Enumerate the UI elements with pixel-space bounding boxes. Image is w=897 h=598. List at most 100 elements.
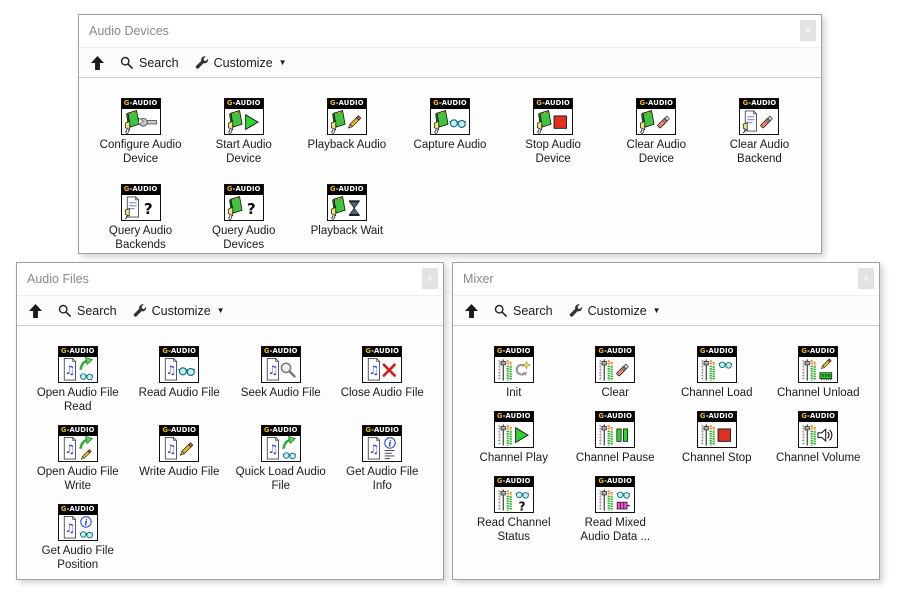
clear-audio-device-icon: G-AUDIO [636,98,676,135]
close-audio-file-icon: G-AUDIO [362,346,402,383]
customize-label: Customize [214,56,273,70]
palette-item-query-audio-devices[interactable]: G-AUDIO Query Audio Devices [192,184,295,252]
customize-button[interactable]: Customize ▼ [566,302,664,320]
customize-label: Customize [152,304,211,318]
palette-item-channel-play[interactable]: G-AUDIOChannel Play [463,411,565,465]
palette-grid: G-AUDIOOpen Audio File ReadG-AUDIORead A… [27,346,433,572]
palette-item-channel-load[interactable]: G-AUDIOChannel Load [666,346,768,400]
search-button[interactable]: Search [491,302,556,320]
g-audio-banner: G-AUDIO [495,347,533,357]
read-mixed-audio-data-icon: G-AUDIO [595,476,635,513]
palette-item-channel-stop[interactable]: G-AUDIOChannel Stop [666,411,768,465]
icon-art [122,109,160,135]
palette-item-seek-audio-file[interactable]: G-AUDIOSeek Audio File [230,346,332,400]
icon-art [596,357,634,383]
palette-item-label: Start Audio Device [198,138,290,166]
palette-content: G-AUDIOOpen Audio File ReadG-AUDIORead A… [17,326,443,579]
g-audio-banner: G-AUDIO [160,347,198,357]
palette-item-channel-pause[interactable]: G-AUDIOChannel Pause [565,411,667,465]
palette-item-quick-load-audio-file[interactable]: G-AUDIOQuick Load Audio File [230,425,332,493]
titlebar[interactable]: Audio Files x [17,263,443,296]
titlebar[interactable]: Audio Devices x [79,15,821,48]
palette-item-write-audio-file[interactable]: G-AUDIOWrite Audio File [129,425,231,479]
channel-volume-icon: G-AUDIO [798,411,838,448]
query-audio-backends-icon: G-AUDIO [121,184,161,221]
palette-item-clear-audio-backend[interactable]: G-AUDIOClear Audio Backend [708,98,811,166]
icon-art [596,487,634,513]
search-button[interactable]: Search [117,54,182,72]
icon-art [495,487,533,513]
toolbar: Search Customize ▼ [79,48,821,78]
g-audio-banner: G-AUDIO [431,99,469,109]
stop-audio-device-icon: G-AUDIO [533,98,573,135]
icon-art [740,109,778,135]
open-audio-file-write-icon: G-AUDIO [58,425,98,462]
close-button[interactable]: x [858,268,874,289]
palette-item-get-audio-file-info[interactable]: G-AUDIOGet Audio File Info [332,425,434,493]
icon-art [534,109,572,135]
window-title: Audio Files [27,272,89,286]
up-arrow-icon [465,304,478,318]
g-audio-banner: G-AUDIO [363,426,401,436]
palette-item-channel-unload[interactable]: G-AUDIOChannel Unload [768,346,870,400]
palette-item-label: Read Audio File [139,386,220,400]
wrench-icon [195,56,209,70]
palette-item-get-audio-file-position[interactable]: G-AUDIOGet Audio File Position [27,504,129,572]
search-icon [58,304,72,318]
palette-item-capture-audio[interactable]: G-AUDIOCapture Audio [398,98,501,152]
up-one-level-button[interactable] [462,302,481,320]
icon-art [495,422,533,448]
playback-audio-icon: G-AUDIO [327,98,367,135]
icon-art [225,195,263,221]
palette-item-open-audio-file-write[interactable]: G-AUDIOOpen Audio File Write [27,425,129,493]
icon-art [262,357,300,383]
palette-item-playback-wait[interactable]: G-AUDIOPlayback Wait [295,184,398,238]
g-audio-banner: G-AUDIO [59,505,97,515]
palette-item-label: Query Audio Devices [198,224,290,252]
palette-item-label: Open Audio File Read [32,386,124,414]
close-button[interactable]: x [422,268,438,289]
query-audio-devices-icon: G-AUDIO [224,184,264,221]
search-button[interactable]: Search [55,302,120,320]
palette-item-close-audio-file[interactable]: G-AUDIOClose Audio File [332,346,434,400]
up-one-level-button[interactable] [88,54,107,72]
g-audio-banner: G-AUDIO [328,99,366,109]
customize-button[interactable]: Customize ▼ [192,54,290,72]
palette-item-read-channel-status[interactable]: G-AUDIORead Channel Status [463,476,565,544]
palette-item-read-audio-file[interactable]: G-AUDIO Read Audio File [129,346,231,400]
palette-item-label: Configure Audio Device [95,138,187,166]
up-arrow-icon [29,304,42,318]
wrench-icon [133,304,147,318]
palette-item-channel-volume[interactable]: G-AUDIOChannel Volume [768,411,870,465]
chevron-down-icon: ▼ [217,306,225,315]
palette-item-clear-audio-device[interactable]: G-AUDIOClear Audio Device [605,98,708,166]
palette-item-read-mixed-audio-data[interactable]: G-AUDIORead Mixed Audio Data ... [565,476,667,544]
palette-item-clear[interactable]: G-AUDIO Clear [565,346,667,400]
channel-stop-icon: G-AUDIO [697,411,737,448]
palette-item-init[interactable]: G-AUDIOInit [463,346,565,400]
up-one-level-button[interactable] [26,302,45,320]
chevron-down-icon: ▼ [653,306,661,315]
palette-item-stop-audio-device[interactable]: G-AUDIOStop Audio Device [502,98,605,166]
close-button[interactable]: x [800,20,816,41]
icon-art [328,195,366,221]
palette-item-query-audio-backends[interactable]: G-AUDIOQuery Audio Backends [89,184,192,252]
icon-art [698,422,736,448]
read-channel-status-icon: G-AUDIO [494,476,534,513]
g-audio-banner: G-AUDIO [328,185,366,195]
g-audio-banner: G-AUDIO [495,412,533,422]
titlebar[interactable]: Mixer x [453,263,879,296]
g-audio-banner: G-AUDIO [596,347,634,357]
palette-item-label: Clear [602,386,629,400]
palette-item-configure-audio-device[interactable]: G-AUDIOConfigure Audio Device [89,98,192,166]
g-audio-banner: G-AUDIO [59,426,97,436]
palette-item-playback-audio[interactable]: G-AUDIO Playback Audio [295,98,398,152]
customize-button[interactable]: Customize ▼ [130,302,228,320]
get-audio-file-position-icon: G-AUDIO [58,504,98,541]
palette-grid: G-AUDIOInitG-AUDIOClearG-AUDIOChannel Lo… [463,346,869,544]
icon-art [596,422,634,448]
palette-item-label: Playback Audio [308,138,387,152]
palette-item-start-audio-device[interactable]: G-AUDIOStart Audio Device [192,98,295,166]
icon-art [698,357,736,383]
palette-item-open-audio-file-read[interactable]: G-AUDIOOpen Audio File Read [27,346,129,414]
